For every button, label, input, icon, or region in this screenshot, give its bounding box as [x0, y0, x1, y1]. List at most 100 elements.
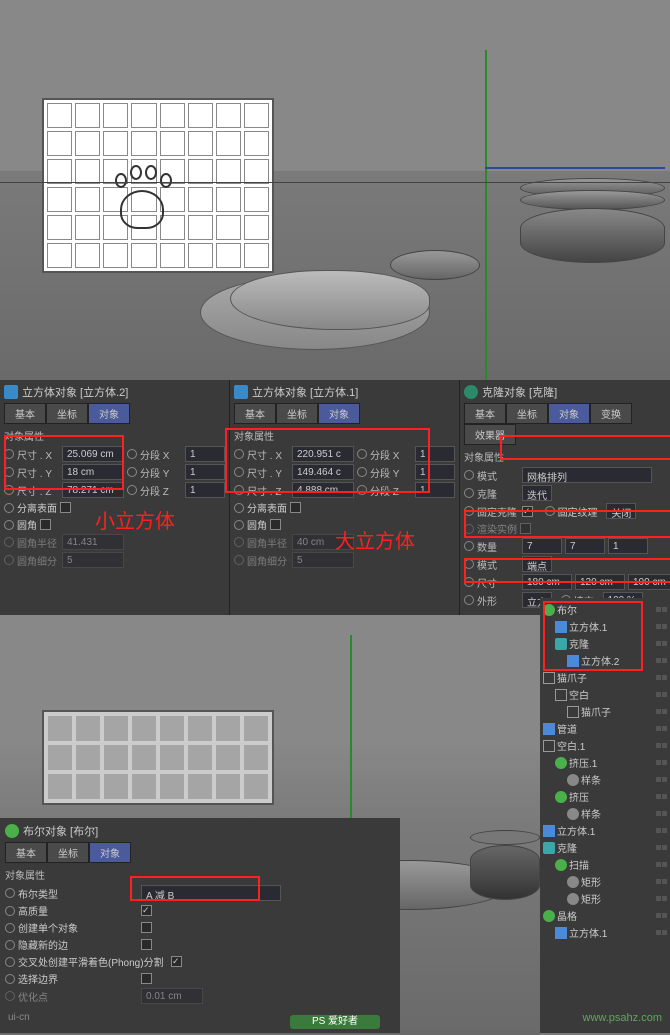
count-x-input[interactable] [522, 538, 562, 554]
hq-checkbox[interactable] [141, 905, 152, 916]
panel-title: 布尔对象 [布尔] [23, 823, 98, 839]
tab-basic[interactable]: 基本 [464, 403, 506, 424]
logo-badge: PS 爱好者 [290, 1015, 380, 1029]
section-label: 对象属性 [464, 449, 670, 464]
tree-item[interactable]: 空白.1 [543, 737, 667, 754]
tree-item-icon [567, 774, 579, 786]
tree-item-label: 空白 [569, 687, 589, 702]
tab-object[interactable]: 对象 [89, 842, 131, 863]
size-z-input[interactable] [62, 482, 124, 498]
axis-y [350, 635, 352, 835]
object-manager[interactable]: 布尔立方体.1克隆立方体.2猫爪子空白猫爪子管道空白.1挤压.1样条挤压样条立方… [540, 598, 670, 1033]
tree-item[interactable]: 猫爪子 [543, 703, 667, 720]
tab-basic[interactable]: 基本 [4, 403, 46, 424]
tab-coord[interactable]: 坐标 [46, 403, 88, 424]
tab-basic[interactable]: 基本 [5, 842, 47, 863]
tree-item-label: 挤压 [569, 789, 589, 804]
fillet-sub-input [292, 552, 354, 568]
tree-item[interactable]: 克隆 [543, 635, 667, 652]
size-z-input[interactable] [292, 482, 354, 498]
tab-effector[interactable]: 效果器 [464, 424, 516, 445]
seg-y-input[interactable] [415, 464, 455, 480]
separate-checkbox[interactable] [60, 502, 71, 513]
tree-item[interactable]: 猫爪子 [543, 669, 667, 686]
mode-select[interactable]: 网格排列 [522, 467, 652, 483]
tab-transform[interactable]: 变换 [590, 403, 632, 424]
tree-item[interactable]: 立方体.1 [543, 924, 667, 941]
tree-item-icon [567, 706, 579, 718]
hide-checkbox[interactable] [141, 939, 152, 950]
tree-item-label: 矩形 [581, 874, 601, 889]
size-x-input[interactable] [62, 446, 124, 462]
clone-select[interactable]: 迭代 [522, 485, 552, 501]
bowl-shape-2 [470, 830, 540, 900]
tree-item-icon [543, 910, 555, 922]
tree-item-icon [555, 927, 567, 939]
optimize-input [141, 988, 203, 1004]
axis-y [485, 50, 487, 380]
tree-item[interactable]: 克隆 [543, 839, 667, 856]
tree-item[interactable]: 挤压 [543, 788, 667, 805]
tab-coord[interactable]: 坐标 [47, 842, 89, 863]
tree-item[interactable]: 空白 [543, 686, 667, 703]
tab-object[interactable]: 对象 [548, 403, 590, 424]
seg-x-input[interactable] [185, 446, 225, 462]
tree-item[interactable]: 矩形 [543, 873, 667, 890]
tree-item[interactable]: 立方体.2 [543, 652, 667, 669]
seg-y-input[interactable] [185, 464, 225, 480]
seg-x-input[interactable] [415, 446, 455, 462]
count-z-input[interactable] [608, 538, 648, 554]
size-y-input[interactable] [575, 574, 625, 590]
size-y-input[interactable] [62, 464, 124, 480]
selbound-checkbox[interactable] [141, 973, 152, 984]
fixtex-select[interactable]: 关闭 [606, 503, 636, 519]
size-z-input[interactable] [628, 574, 670, 590]
separate-checkbox[interactable] [290, 502, 301, 513]
size-y-input[interactable] [292, 464, 354, 480]
tree-item-label: 布尔 [557, 602, 577, 617]
panel-cube-large: 立方体对象 [立方体.1] 基本 坐标 对象 对象属性 尺寸 . X分段 X 尺… [230, 380, 460, 615]
tree-item[interactable]: 布尔 [543, 601, 667, 618]
booltype-select[interactable]: A 减 B [141, 885, 281, 901]
tab-basic[interactable]: 基本 [234, 403, 276, 424]
fillet-checkbox[interactable] [40, 519, 51, 530]
mode2-select[interactable]: 端点 [522, 556, 552, 572]
tree-item-icon [567, 655, 579, 667]
section-label: 对象属性 [4, 428, 225, 443]
grid-window-object-2 [42, 710, 274, 805]
tree-item[interactable]: 挤压.1 [543, 754, 667, 771]
seg-z-input[interactable] [415, 482, 455, 498]
tree-item-icon [555, 621, 567, 633]
bowl-shape [520, 178, 665, 263]
tree-item[interactable]: 样条 [543, 771, 667, 788]
tree-item[interactable]: 样条 [543, 805, 667, 822]
tree-item-label: 立方体.1 [569, 619, 607, 634]
cube-icon [234, 385, 248, 399]
tab-object[interactable]: 对象 [318, 403, 360, 424]
tree-item[interactable]: 矩形 [543, 890, 667, 907]
viewport-top[interactable] [0, 0, 670, 380]
tree-item-label: 克隆 [569, 636, 589, 651]
tab-object[interactable]: 对象 [88, 403, 130, 424]
size-x-input[interactable] [522, 574, 572, 590]
single-checkbox[interactable] [141, 922, 152, 933]
tree-item[interactable]: 扫描 [543, 856, 667, 873]
phong-checkbox[interactable] [171, 956, 182, 967]
size-x-input[interactable] [292, 446, 354, 462]
watermark-left: ui-cn [8, 1012, 30, 1023]
tree-item[interactable]: 晶格 [543, 907, 667, 924]
seg-z-input[interactable] [185, 482, 225, 498]
tree-item-label: 克隆 [557, 840, 577, 855]
count-y-input[interactable] [565, 538, 605, 554]
panel-title: 立方体对象 [立方体.1] [252, 384, 358, 400]
tree-item[interactable]: 管道 [543, 720, 667, 737]
tab-coord[interactable]: 坐标 [506, 403, 548, 424]
fillet-checkbox[interactable] [270, 519, 281, 530]
fixclone-checkbox[interactable] [522, 506, 533, 517]
tree-item[interactable]: 立方体.1 [543, 618, 667, 635]
tab-coord[interactable]: 坐标 [276, 403, 318, 424]
tree-item[interactable]: 立方体.1 [543, 822, 667, 839]
tree-item-icon [555, 638, 567, 650]
tree-item-label: 矩形 [581, 891, 601, 906]
paw-shape [105, 165, 175, 235]
